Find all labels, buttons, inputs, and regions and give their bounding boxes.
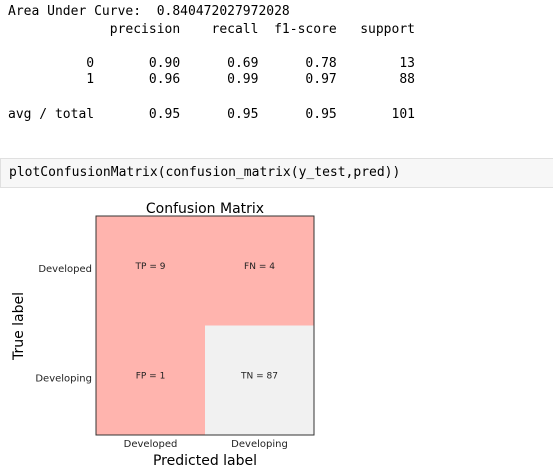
- code-cell-text[interactable]: plotConfusionMatrix(confusion_matrix(y_t…: [9, 165, 400, 181]
- x-tick-label: Developing: [231, 439, 288, 450]
- auc-line: Area Under Curve: 0.840472027972028: [8, 4, 290, 19]
- code-cell[interactable]: plotConfusionMatrix(confusion_matrix(y_t…: [0, 158, 553, 188]
- x-axis-label: Predicted label: [153, 453, 257, 469]
- y-tick-label: Developed: [38, 264, 92, 275]
- matrix-cell-label: TP = 9: [135, 262, 166, 272]
- report-total-row: avg / total 0.95 0.95 0.95 101: [8, 107, 415, 122]
- x-tick-label: Developed: [124, 439, 178, 450]
- chart-title: Confusion Matrix: [146, 201, 264, 217]
- report-header: precision recall f1-score support: [8, 22, 415, 37]
- y-tick-label: Developing: [35, 373, 92, 384]
- confusion-matrix-chart: Confusion Matrix TP = 9 FN = 4 FP = 1 TN = …: [11, 201, 315, 469]
- report-row-0: 0 0.90 0.69 0.78 13: [8, 56, 415, 71]
- report-row-1: 1 0.96 0.99 0.97 88: [8, 72, 415, 87]
- matrix-cell-label: FN = 4: [244, 262, 275, 272]
- y-axis-label: True label: [11, 292, 27, 361]
- matrix-cell-label: FP = 1: [136, 371, 166, 381]
- matrix-cell-label: TN = 87: [240, 371, 278, 381]
